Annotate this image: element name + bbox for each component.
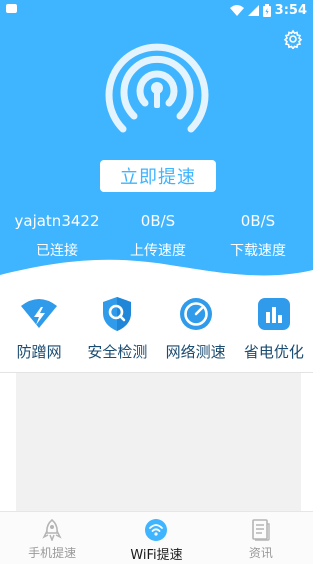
- tool-power-saving[interactable]: 省电优化: [235, 290, 313, 374]
- tool-label: 防蹭网: [16, 343, 62, 361]
- security-scan-icon: [97, 294, 137, 334]
- wifi-signal-icon: [229, 4, 244, 16]
- content-placeholder: [16, 373, 301, 511]
- download-speed-value: 0B/S: [240, 212, 276, 230]
- tab-phone-boost[interactable]: 手机提速: [0, 512, 104, 564]
- boost-now-button[interactable]: 立即提速: [100, 160, 216, 192]
- rocket-icon: [40, 518, 64, 542]
- tool-security-check[interactable]: 安全检测: [78, 290, 156, 374]
- tab-news[interactable]: 资讯: [209, 512, 313, 564]
- tool-label: 网络测速: [165, 343, 226, 361]
- wifi-radar-icon[interactable]: [101, 34, 213, 138]
- speed-gauge-icon: [176, 294, 216, 334]
- ssid-value: yajatn3422: [14, 212, 100, 230]
- notification-icon: [6, 4, 17, 13]
- download-speed-label: 下载速度: [230, 243, 286, 259]
- tab-label: 资讯: [248, 546, 273, 560]
- settings-gear-icon[interactable]: [283, 29, 303, 49]
- stat-download: 0B/S 下载速度: [203, 212, 313, 260]
- tab-wifi-boost[interactable]: WiFi提速: [104, 512, 208, 564]
- news-icon: [249, 518, 273, 542]
- upload-speed-label: 上传速度: [130, 243, 186, 259]
- stat-connected: yajatn3422 已连接: [2, 212, 112, 260]
- status-bar: 3:54: [0, 0, 313, 20]
- upload-speed-value: 0B/S: [140, 212, 176, 230]
- tool-speed-test[interactable]: 网络测速: [157, 290, 235, 374]
- cell-signal-icon: [247, 4, 259, 16]
- tool-label: 省电优化: [243, 343, 304, 361]
- tool-anti-freeload[interactable]: 防蹭网: [0, 290, 78, 374]
- clock: 3:54: [274, 2, 307, 18]
- tab-label: 手机提速: [28, 546, 77, 560]
- tab-label: WiFi提速: [130, 548, 183, 563]
- wifi-shield-icon: [19, 294, 59, 334]
- connected-label: 已连接: [36, 243, 78, 259]
- tool-label: 安全检测: [87, 343, 148, 361]
- battery-chart-icon: [254, 294, 294, 334]
- stat-upload: 0B/S 上传速度: [103, 212, 213, 260]
- tools-row: 防蹭网 安全检测 网络测速 省电优化: [0, 290, 313, 374]
- wifi-icon: [144, 518, 168, 542]
- bottom-tab-bar: 手机提速 WiFi提速 资讯: [0, 511, 313, 564]
- battery-icon: [262, 3, 271, 17]
